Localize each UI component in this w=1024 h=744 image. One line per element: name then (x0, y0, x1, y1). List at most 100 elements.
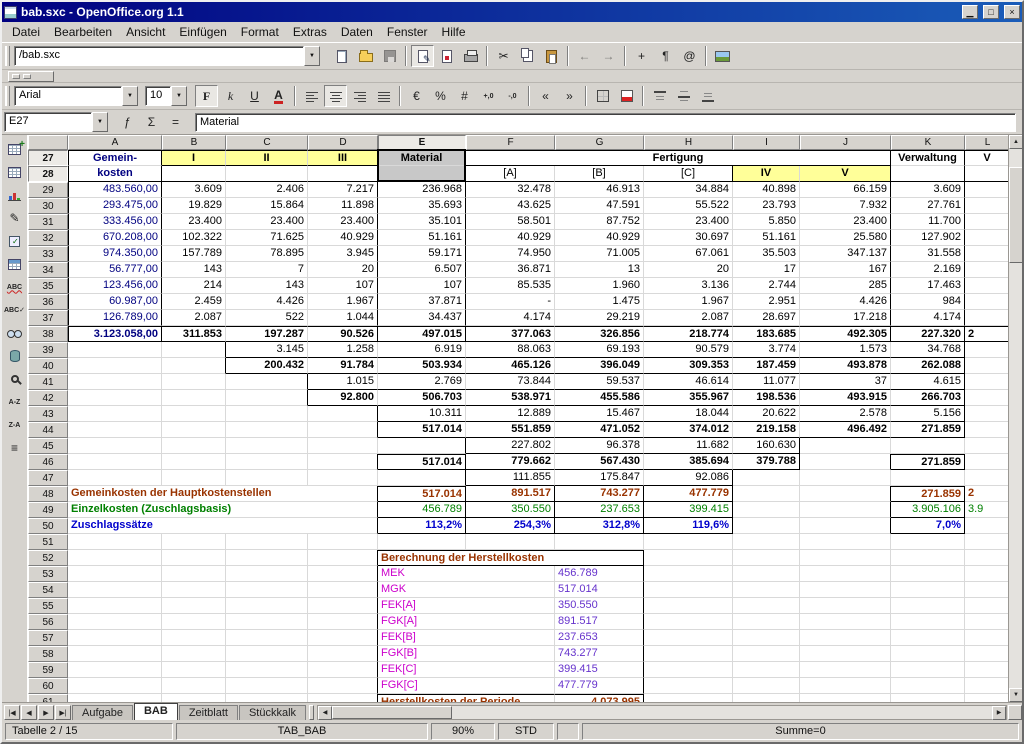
navigator-icon[interactable]: + (630, 45, 653, 67)
cell-D34[interactable]: 20 (308, 262, 378, 278)
cell-A60[interactable] (68, 678, 162, 694)
formula-input[interactable]: Material (195, 113, 1016, 132)
align-right-icon[interactable] (348, 85, 371, 107)
close-icon[interactable]: × (1004, 5, 1020, 19)
cell-J46[interactable] (800, 454, 891, 470)
cell-H54[interactable] (644, 582, 733, 598)
cell-K57[interactable] (891, 630, 965, 646)
cell-J35[interactable]: 285 (800, 278, 891, 294)
cell-A59[interactable] (68, 662, 162, 678)
column-header-I[interactable]: I (733, 135, 800, 150)
cell-G34[interactable]: 13 (555, 262, 644, 278)
cell-G59[interactable]: 399.415 (555, 662, 644, 678)
cell-L36[interactable] (965, 294, 1008, 310)
cell-I29[interactable]: 40.898 (733, 182, 800, 198)
sum-icon[interactable]: Σ (140, 111, 163, 133)
cell-G53[interactable]: 456.789 (555, 566, 644, 582)
cell-J61[interactable] (800, 694, 891, 702)
menu-daten[interactable]: Daten (334, 23, 380, 41)
cell-K30[interactable]: 27.761 (891, 198, 965, 214)
column-header-C[interactable]: C (226, 135, 308, 150)
cell-H58[interactable] (644, 646, 733, 662)
application-icon[interactable] (4, 6, 17, 19)
cell-A37[interactable]: 126.789,00 (68, 310, 162, 326)
cell-I52[interactable] (733, 550, 800, 566)
cell-D60[interactable] (308, 678, 378, 694)
cell-A40[interactable] (68, 358, 162, 374)
cell-F39[interactable]: 88.063 (466, 342, 555, 358)
row-header-52[interactable]: 52 (28, 550, 68, 566)
cell-K56[interactable] (891, 614, 965, 630)
cell-I54[interactable] (733, 582, 800, 598)
cell-D57[interactable] (308, 630, 378, 646)
cell-A43[interactable] (68, 406, 162, 422)
cell-E44[interactable]: 517.014 (378, 422, 466, 438)
cell-E45[interactable] (378, 438, 466, 454)
cell-E58[interactable]: FGK[B] (378, 646, 555, 662)
cut-icon[interactable]: ✂ (492, 45, 515, 67)
cell-B58[interactable] (162, 646, 226, 662)
cell-J38[interactable]: 492.305 (800, 326, 891, 342)
cell-F37[interactable]: 4.174 (466, 310, 555, 326)
cell-J49[interactable] (800, 502, 891, 518)
cell-K52[interactable] (891, 550, 965, 566)
cell-K60[interactable] (891, 678, 965, 694)
toolbar-grip[interactable] (5, 86, 10, 106)
cell-J41[interactable]: 37 (800, 374, 891, 390)
cell-K51[interactable] (891, 534, 965, 550)
cell-J51[interactable] (800, 534, 891, 550)
last-sheet-icon[interactable]: ▶| (55, 705, 71, 720)
cell-D56[interactable] (308, 614, 378, 630)
cell-E28[interactable] (378, 166, 466, 182)
cell-L44[interactable] (965, 422, 1008, 438)
align-top-icon[interactable] (648, 85, 671, 107)
cell-H42[interactable]: 355.967 (644, 390, 733, 406)
cell-L29[interactable] (965, 182, 1008, 198)
select-all-corner[interactable] (28, 135, 68, 150)
menu-datei[interactable]: Datei (5, 23, 47, 41)
cell-G54[interactable]: 517.014 (555, 582, 644, 598)
cell-L54[interactable] (965, 582, 1008, 598)
cell-B40[interactable] (162, 358, 226, 374)
paste-icon[interactable] (540, 45, 563, 67)
cell-C28[interactable] (226, 166, 308, 182)
cell-J28[interactable]: V (800, 166, 891, 182)
open-icon[interactable] (354, 45, 377, 67)
scroll-left-icon[interactable]: ◀ (318, 706, 332, 720)
cell-G28[interactable]: [B] (555, 166, 644, 182)
cell-D29[interactable]: 7.217 (308, 182, 378, 198)
cell-C55[interactable] (226, 598, 308, 614)
cell-J43[interactable]: 2.578 (800, 406, 891, 422)
cell-D36[interactable]: 1.967 (308, 294, 378, 310)
row-header-32[interactable]: 32 (28, 230, 68, 246)
zoom-panel[interactable]: 90% (431, 723, 495, 740)
cell-H39[interactable]: 90.579 (644, 342, 733, 358)
gallery-icon[interactable] (711, 45, 734, 67)
cell-I50[interactable] (733, 518, 800, 534)
cell-J34[interactable]: 167 (800, 262, 891, 278)
row-header-53[interactable]: 53 (28, 566, 68, 582)
cell-H53[interactable] (644, 566, 733, 582)
cell-C47[interactable] (226, 470, 308, 486)
autoformat-icon[interactable] (4, 253, 26, 275)
cell-I45[interactable]: 160.630 (733, 438, 800, 454)
cell-K39[interactable]: 34.768 (891, 342, 965, 358)
cell-H31[interactable]: 23.400 (644, 214, 733, 230)
cell-C35[interactable]: 143 (226, 278, 308, 294)
cell-A30[interactable]: 293.475,00 (68, 198, 162, 214)
row-header-48[interactable]: 48 (28, 486, 68, 502)
cell-I42[interactable]: 198.536 (733, 390, 800, 406)
cell-K50[interactable]: 7,0% (891, 518, 965, 534)
cell-H60[interactable] (644, 678, 733, 694)
cell-K32[interactable]: 127.902 (891, 230, 965, 246)
cell-L60[interactable] (965, 678, 1008, 694)
cell-E56[interactable]: FGK[A] (378, 614, 555, 630)
cell-L46[interactable] (965, 454, 1008, 470)
cell-A53[interactable] (68, 566, 162, 582)
sheet-tab-bab[interactable]: BAB (134, 703, 178, 720)
cell-G38[interactable]: 326.856 (555, 326, 644, 342)
menu-bearbeiten[interactable]: Bearbeiten (47, 23, 119, 41)
cell-K42[interactable]: 266.703 (891, 390, 965, 406)
row-header-35[interactable]: 35 (28, 278, 68, 294)
cell-I51[interactable] (733, 534, 800, 550)
